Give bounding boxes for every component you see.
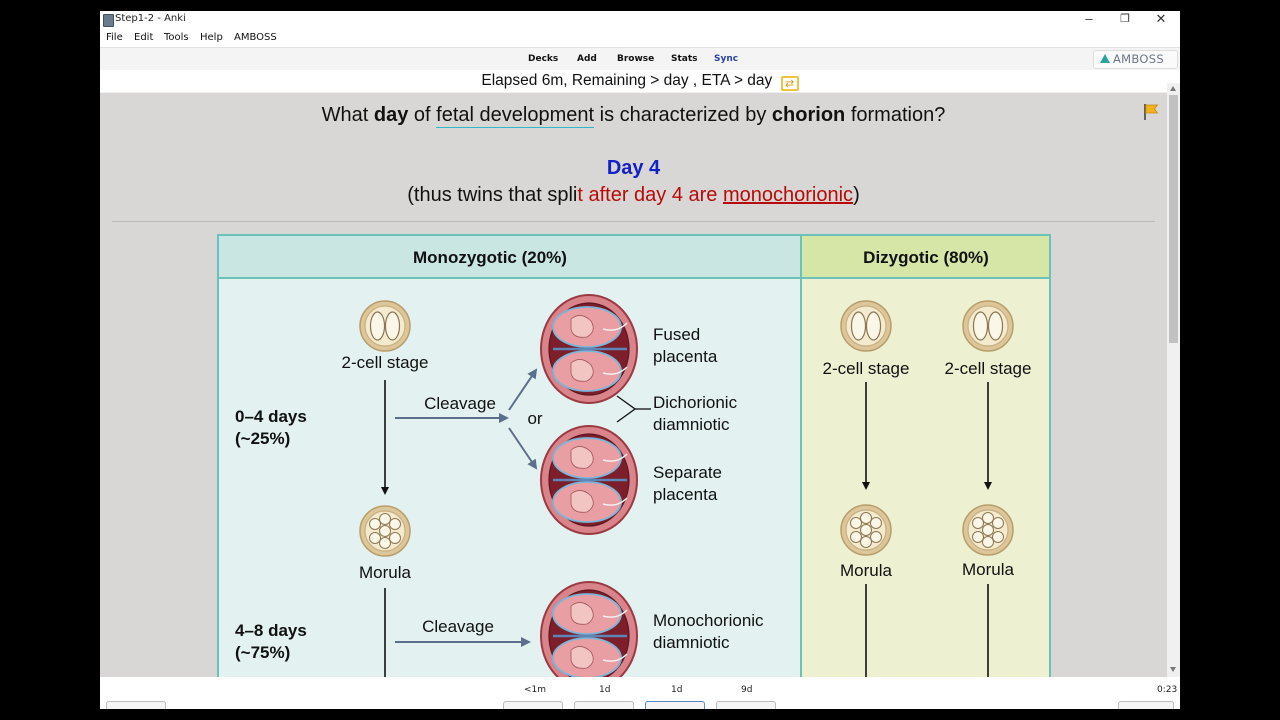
scroll-down-icon[interactable] — [1170, 667, 1176, 672]
two-cell-label: 2-cell stage — [945, 359, 1032, 378]
review-status-bar: Elapsed 6m, Remaining > day , ETA > day … — [100, 70, 1180, 92]
toolbar-decks[interactable]: Decks — [528, 54, 558, 64]
maximize-button[interactable]: ❐ — [1107, 11, 1143, 29]
question-text: of — [408, 104, 437, 126]
toolbar-stats[interactable]: Stats — [671, 54, 698, 64]
scroll-up-icon[interactable] — [1170, 86, 1176, 91]
separate-placenta-label: placenta — [653, 485, 718, 504]
card-scrollbar[interactable] — [1167, 83, 1180, 677]
answer-timer: 0:23 — [1157, 685, 1178, 695]
morula-label: Morula — [962, 560, 1015, 579]
anki-app-icon — [103, 14, 114, 27]
menu-amboss[interactable]: AMBOSS — [234, 32, 277, 43]
separate-label: Separate — [653, 463, 722, 482]
menu-file[interactable]: File — [106, 32, 123, 43]
two-cell-embryo-icon — [840, 300, 892, 352]
cleavage-label: Cleavage — [424, 394, 496, 413]
percent-75-label: (~75%) — [235, 643, 290, 662]
two-cell-embryo-icon — [359, 300, 411, 352]
morula-icon — [840, 504, 892, 556]
amboss-button-label: AMBOSS — [1113, 52, 1164, 66]
title-bar: Step1-2 - Anki – ❐ ✕ — [100, 11, 1180, 29]
question-text: What — [321, 104, 374, 126]
monozygotic-header: Monozygotic (20%) — [413, 248, 567, 267]
answer-title: Day 4 — [606, 157, 661, 179]
monochorionic-term: monochorionic — [722, 184, 854, 206]
main-toolbar: Decks Add Browse Stats Sync AMBOSS — [100, 47, 1180, 71]
question-text: is characterized by — [594, 104, 772, 126]
percent-25-label: (~25%) — [235, 429, 290, 448]
fused-placenta-uterus-icon — [539, 293, 639, 405]
answer-explanation: (thus twins that split after day 4 are m… — [100, 184, 1167, 207]
dizygotic-panel — [800, 234, 1051, 677]
twinning-figure: Monozygotic (20%) Dizygotic (80%) 2-cell… — [217, 234, 1051, 677]
monochorionic-label: Monochorionic — [653, 611, 764, 630]
easy-interval: 9d — [741, 685, 753, 695]
days-0-4-label: 0–4 days — [235, 407, 307, 426]
monochorionic-uterus-icon — [539, 580, 639, 677]
monochorionic-diamniotic-label: diamniotic — [653, 633, 730, 652]
days-4-8-label: 4–8 days — [235, 621, 307, 640]
menu-help[interactable]: Help — [200, 32, 223, 43]
fused-label: Fused — [653, 325, 700, 344]
morula-icon — [962, 504, 1014, 556]
hard-interval: 1d — [599, 685, 611, 695]
answer-text: (thus twins that spli — [407, 184, 578, 206]
menu-tools[interactable]: Tools — [164, 32, 189, 43]
two-cell-label: 2-cell stage — [823, 359, 910, 378]
question-bold-day: day — [373, 104, 409, 126]
scroll-thumb[interactable] — [1169, 95, 1178, 343]
toolbar-sync[interactable]: Sync — [714, 54, 738, 64]
good-interval: 1d — [671, 685, 683, 695]
morula-label: Morula — [840, 561, 893, 580]
amboss-logo-icon — [1100, 54, 1110, 63]
morula-label: Morula — [359, 563, 412, 582]
window-title: Step1-2 - Anki — [115, 13, 186, 24]
two-cell-label: 2-cell stage — [342, 353, 429, 372]
good-button[interactable] — [645, 701, 705, 709]
anki-window: Step1-2 - Anki – ❐ ✕ File Edit Tools Hel… — [100, 11, 1180, 709]
minimize-button[interactable]: – — [1071, 11, 1107, 29]
edit-button[interactable] — [106, 701, 166, 709]
amboss-button[interactable]: AMBOSS — [1093, 50, 1178, 69]
cleavage-label-2: Cleavage — [422, 617, 494, 636]
card-view: What day of fetal development is charact… — [100, 93, 1167, 677]
diamniotic-label: diamniotic — [653, 415, 730, 434]
dichorionic-label: Dichorionic — [653, 393, 738, 412]
question-bold-chorion: chorion — [771, 104, 846, 126]
menu-edit[interactable]: Edit — [134, 32, 153, 43]
return-arrow-icon[interactable]: ⇄ — [780, 76, 799, 91]
menu-bar: File Edit Tools Help AMBOSS — [100, 29, 1180, 47]
dizygotic-header: Dizygotic (80%) — [863, 248, 989, 267]
answer-bar: <1m 1d 1d 9d 0:23 — [100, 677, 1180, 709]
again-button[interactable] — [503, 701, 563, 709]
hard-button[interactable] — [574, 701, 634, 709]
question-text: formation? — [845, 104, 946, 126]
answer-divider — [112, 221, 1155, 222]
fused-placenta-label: placenta — [653, 347, 718, 366]
morula-icon — [359, 505, 411, 557]
elapsed-eta-text: Elapsed 6m, Remaining > day , ETA > day — [481, 72, 773, 89]
fetal-development-link[interactable]: fetal development — [436, 104, 595, 128]
again-interval: <1m — [524, 685, 547, 695]
two-cell-embryo-icon — [962, 300, 1014, 352]
answer-text: ) — [853, 184, 860, 206]
or-label: or — [527, 409, 542, 428]
easy-button[interactable] — [716, 701, 776, 709]
close-button[interactable]: ✕ — [1143, 11, 1179, 29]
toolbar-browse[interactable]: Browse — [617, 54, 654, 64]
toolbar-add[interactable]: Add — [577, 54, 597, 64]
card-question: What day of fetal development is charact… — [100, 104, 1167, 128]
separate-placenta-uterus-icon — [539, 424, 639, 536]
more-button[interactable] — [1118, 701, 1174, 709]
answer-text-red: t after day 4 are — [577, 184, 723, 206]
